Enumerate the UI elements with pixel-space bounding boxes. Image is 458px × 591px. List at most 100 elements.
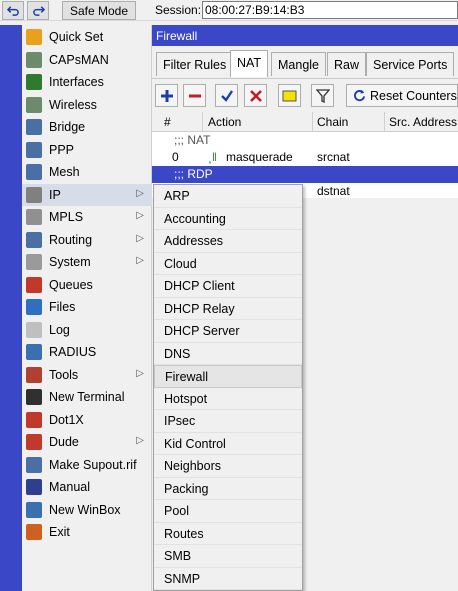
comment-button[interactable]	[278, 84, 301, 107]
table-row[interactable]: 0 ˳‖ masquerade srcnat	[152, 149, 458, 166]
tab-raw[interactable]: Raw	[327, 52, 367, 76]
table-row[interactable]: ;;; NAT	[152, 132, 458, 149]
menu-item-hotspot[interactable]: Hotspot	[154, 388, 302, 410]
sidebar-item-label: Dot1X	[49, 412, 84, 427]
table-row[interactable]: ;;; RDP	[152, 166, 458, 183]
sidebar-item-interfaces[interactable]: Interfaces	[22, 71, 152, 93]
sidebar-item-dot1x[interactable]: Dot1X	[22, 409, 152, 431]
queues-icon	[26, 276, 42, 293]
terminal-icon	[26, 389, 42, 405]
sidebar-item-label: PPP	[49, 142, 75, 157]
wireless-icon	[26, 96, 42, 113]
sidebar-item-queues[interactable]: Queues	[22, 274, 152, 296]
redo-icon	[32, 6, 45, 16]
column-number[interactable]: #	[164, 115, 171, 129]
session-field[interactable]: 08:00:27:B9:14:B3	[202, 1, 458, 19]
firewall-window-title: Firewall	[152, 25, 458, 46]
safe-mode-button[interactable]: Safe Mode	[62, 1, 136, 20]
add-button[interactable]	[155, 84, 178, 107]
sidebar-item-label: Exit	[49, 525, 70, 539]
enable-button[interactable]	[215, 84, 238, 107]
rule-action: masquerade	[226, 150, 293, 164]
tab-service-ports[interactable]: Service Ports	[366, 52, 455, 76]
remove-button[interactable]	[183, 84, 206, 107]
rule-number: 0	[172, 150, 179, 164]
sidebar-item-bridge[interactable]: Bridge	[22, 116, 152, 138]
menu-item-dhcp-server[interactable]: DHCP Server	[154, 320, 302, 343]
bridge-icon	[26, 119, 42, 135]
tab-mangle[interactable]: Mangle	[271, 52, 326, 76]
sidebar-item-make-supout-rif[interactable]: Make Supout.rif	[22, 454, 152, 476]
submenu-arrow-icon: ▷	[136, 187, 144, 199]
column-action[interactable]: Action	[208, 115, 241, 129]
sidebar-item-manual[interactable]: Manual	[22, 476, 152, 498]
winbox-icon	[26, 501, 42, 518]
winbox-side-strip	[0, 25, 22, 591]
sidebar-item-new-terminal[interactable]: New Terminal	[22, 386, 152, 408]
sidebar-item-ppp[interactable]: PPP	[22, 139, 152, 161]
menu-item-dhcp-relay[interactable]: DHCP Relay	[154, 298, 302, 320]
menu-item-dhcp-client[interactable]: DHCP Client	[154, 275, 302, 298]
log-icon	[26, 321, 42, 338]
sidebar-item-capsman[interactable]: CAPsMAN	[22, 49, 152, 71]
sidebar-item-routing[interactable]: Routing ▷	[22, 229, 152, 251]
menu-item-ipsec[interactable]: IPsec	[154, 410, 302, 433]
submenu-arrow-icon: ▷	[136, 232, 144, 244]
ppp-icon	[26, 141, 42, 158]
sidebar-item-wireless[interactable]: Wireless	[22, 94, 152, 116]
sidebar-item-label: Interfaces	[49, 75, 104, 89]
tools-icon	[26, 366, 42, 383]
column-chain[interactable]: Chain	[317, 115, 348, 129]
files-icon	[26, 299, 42, 315]
sidebar-item-label: RADIUS	[49, 345, 97, 359]
sidebar-item-quick-set[interactable]: Quick Set	[22, 26, 152, 48]
undo-icon	[6, 6, 19, 16]
sidebar-item-label: System	[49, 255, 91, 269]
menu-item-kid-control[interactable]: Kid Control	[154, 433, 302, 455]
redo-button[interactable]	[27, 1, 49, 20]
sidebar-item-ip[interactable]: IP ▷	[22, 183, 152, 206]
column-src-address[interactable]: Src. Address	[389, 115, 457, 129]
table-header: # Action Chain Src. Address	[152, 112, 458, 132]
firewall-tabs: Filter Rules NAT Mangle Raw Service Port…	[152, 46, 458, 78]
sidebar-item-exit[interactable]: Exit	[22, 521, 152, 543]
sidebar-item-mesh[interactable]: Mesh	[22, 161, 152, 183]
side-menu: Quick Set CAPsMAN Interfaces Wireless Bridge…	[22, 25, 152, 591]
sidebar-item-radius[interactable]: RADIUS	[22, 341, 152, 363]
routing-icon	[26, 231, 42, 248]
tab-filter-rules[interactable]: Filter Rules	[156, 52, 234, 76]
menu-item-arp[interactable]: ARP	[154, 185, 302, 208]
sidebar-item-label: Manual	[49, 480, 90, 494]
sidebar-item-system[interactable]: System ▷	[22, 251, 152, 273]
menu-item-cloud[interactable]: Cloud	[154, 253, 302, 275]
filter-button[interactable]	[311, 84, 334, 107]
menu-item-snmp[interactable]: SNMP	[154, 568, 302, 590]
undo-button[interactable]	[2, 1, 24, 20]
sidebar-item-mpls[interactable]: MPLS ▷	[22, 206, 152, 228]
sidebar-item-new-winbox[interactable]: New WinBox	[22, 499, 152, 521]
sidebar-item-label: Mesh	[49, 165, 80, 179]
submenu-arrow-icon: ▷	[136, 210, 144, 221]
disable-button[interactable]	[244, 84, 267, 107]
sidebar-item-label: Make Supout.rif	[49, 457, 137, 472]
quick-set-icon	[26, 29, 42, 45]
tab-nat[interactable]: NAT	[230, 50, 269, 77]
menu-item-pool[interactable]: Pool	[154, 500, 302, 523]
menu-item-firewall[interactable]: Firewall	[154, 365, 302, 388]
menu-item-smb[interactable]: SMB	[154, 545, 302, 568]
menu-item-accounting[interactable]: Accounting	[154, 208, 302, 230]
top-toolbar: Safe Mode Session: 08:00:27:B9:14:B3	[0, 0, 458, 21]
sidebar-item-dude[interactable]: Dude ▷	[22, 431, 152, 453]
menu-item-routes[interactable]: Routes	[154, 523, 302, 545]
menu-item-addresses[interactable]: Addresses	[154, 230, 302, 253]
sidebar-item-tools[interactable]: Tools ▷	[22, 364, 152, 386]
sidebar-item-log[interactable]: Log	[22, 319, 152, 341]
menu-item-packing[interactable]: Packing	[154, 478, 302, 500]
menu-item-dns[interactable]: DNS	[154, 343, 302, 365]
rule-chain: dstnat	[317, 184, 350, 198]
menu-item-neighbors[interactable]: Neighbors	[154, 455, 302, 478]
sidebar-item-files[interactable]: Files	[22, 296, 152, 318]
sidebar-item-label: Quick Set	[49, 30, 104, 44]
reset-counters-button[interactable]: Reset Counters	[346, 84, 458, 107]
group-comment: ;;; NAT	[174, 133, 211, 147]
